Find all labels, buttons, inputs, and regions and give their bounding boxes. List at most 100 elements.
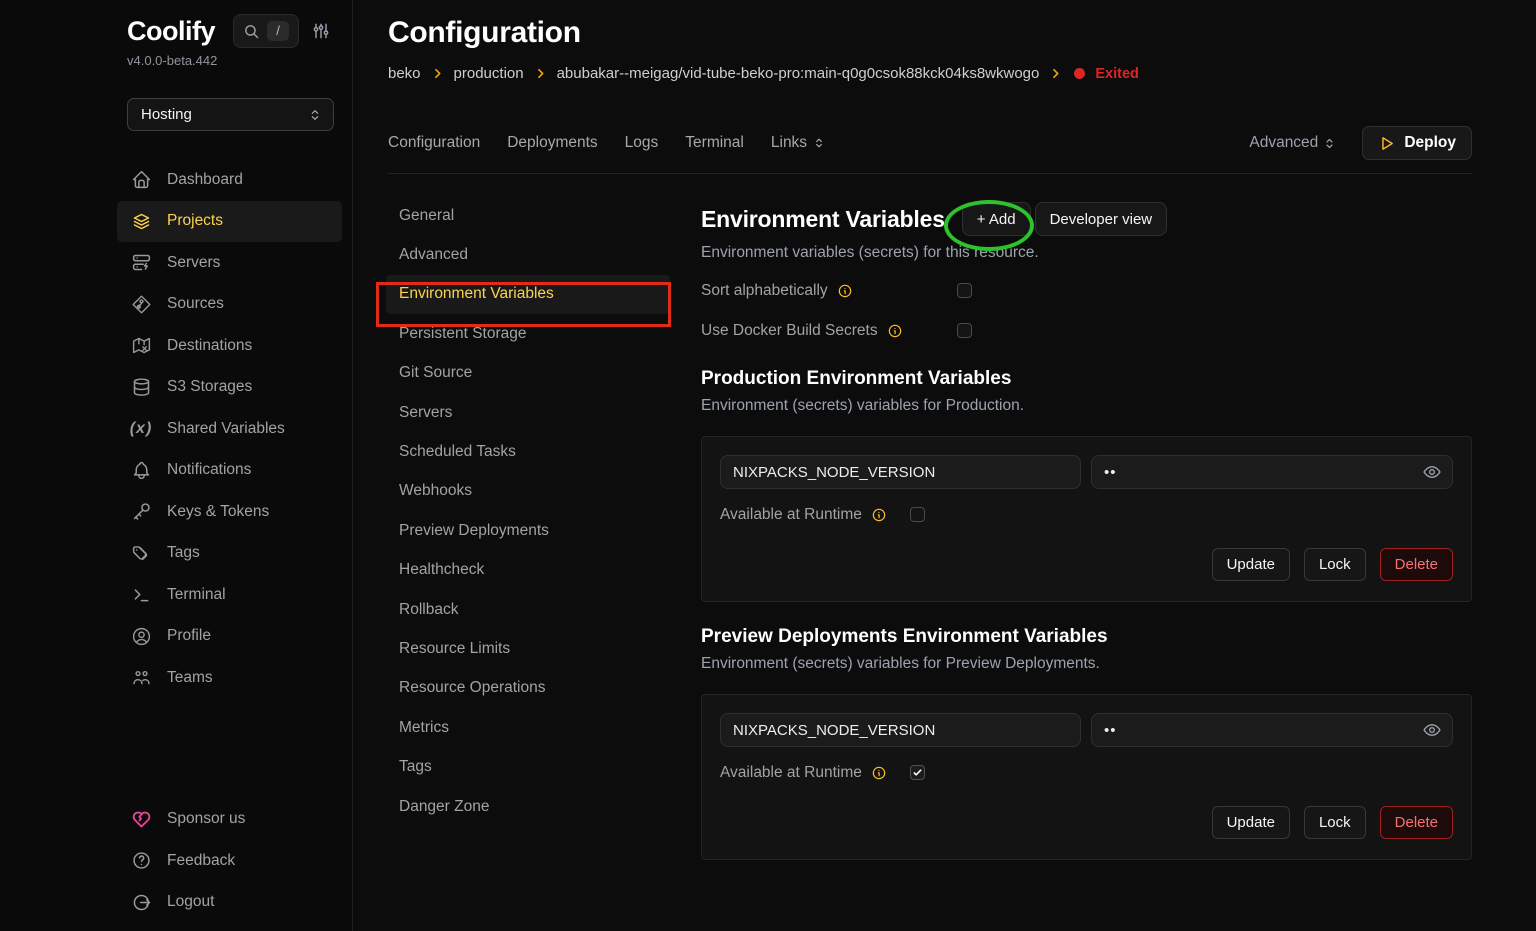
info-icon[interactable] xyxy=(871,765,887,781)
subnav-item-healthcheck[interactable]: Healthcheck xyxy=(386,551,670,590)
lock-button[interactable]: Lock xyxy=(1304,548,1366,581)
sidebar-item-dashboard[interactable]: Dashboard xyxy=(117,159,342,201)
tab-logs[interactable]: Logs xyxy=(625,134,659,152)
lock-button[interactable]: Lock xyxy=(1304,806,1366,839)
subnav-item-preview-deployments[interactable]: Preview Deployments xyxy=(386,511,670,550)
subnav-item-servers[interactable]: Servers xyxy=(386,393,670,432)
sidebar-item-projects[interactable]: Projects xyxy=(117,201,342,243)
logout-icon xyxy=(130,892,152,913)
runtime-checkbox[interactable] xyxy=(910,507,925,522)
help-icon xyxy=(130,850,152,871)
tab-terminal[interactable]: Terminal xyxy=(685,134,744,152)
sliders-icon xyxy=(311,21,331,41)
heart-icon xyxy=(130,809,152,830)
sort-alphabetically-label: Sort alphabetically xyxy=(701,282,828,300)
sidebar-item-label: Projects xyxy=(167,212,223,230)
breadcrumb-environment[interactable]: production xyxy=(454,65,524,82)
sidebar-item-label: Feedback xyxy=(167,852,235,870)
subnav-item-general[interactable]: General xyxy=(386,196,670,235)
search-kbd-hint: / xyxy=(267,21,289,41)
sidebar-item-label: S3 Storages xyxy=(167,378,252,396)
info-icon[interactable] xyxy=(837,283,853,299)
sidebar-item-label: Dashboard xyxy=(167,171,243,189)
docker-build-secrets-checkbox[interactable] xyxy=(957,323,972,338)
developer-view-button[interactable]: Developer view xyxy=(1035,202,1168,236)
sidebar: Coolify / v4.0.0-beta.442 Hosting xyxy=(0,0,353,931)
sidebar-item-shared-variables[interactable]: (x) Shared Variables xyxy=(117,408,342,450)
sidebar-item-notifications[interactable]: Notifications xyxy=(117,450,342,492)
subnav-item-rollback[interactable]: Rollback xyxy=(386,590,670,629)
sidebar-item-label: Tags xyxy=(167,544,200,562)
env-key-input[interactable] xyxy=(720,455,1081,489)
sidebar-item-terminal[interactable]: Terminal xyxy=(117,574,342,616)
user-icon xyxy=(130,626,152,647)
sidebar-item-label: Shared Variables xyxy=(167,420,285,438)
sidebar-item-profile[interactable]: Profile xyxy=(117,616,342,658)
subnav-item-git-source[interactable]: Git Source xyxy=(386,354,670,393)
subnav-item-tags[interactable]: Tags xyxy=(386,747,670,786)
tags-icon xyxy=(130,543,152,564)
chevron-right-icon xyxy=(431,67,444,80)
subnav-item-advanced[interactable]: Advanced xyxy=(386,235,670,274)
environment-variables-panel: Environment Variables + Add Developer vi… xyxy=(701,196,1472,860)
tab-links[interactable]: Links xyxy=(771,134,826,152)
sort-alphabetically-checkbox[interactable] xyxy=(957,283,972,298)
subnav-item-danger-zone[interactable]: Danger Zone xyxy=(386,787,670,826)
search-icon xyxy=(243,23,260,40)
sidebar-footer: Sponsor us Feedback Logout xyxy=(0,799,352,924)
reveal-value-eye-icon[interactable] xyxy=(1422,462,1442,482)
sidebar-item-sponsor-us[interactable]: Sponsor us xyxy=(117,799,342,841)
sidebar-item-keys-tokens[interactable]: Keys & Tokens xyxy=(117,491,342,533)
subnav-item-webhooks[interactable]: Webhooks xyxy=(386,472,670,511)
subnav-item-resource-limits[interactable]: Resource Limits xyxy=(386,629,670,668)
add-button[interactable]: + Add xyxy=(962,202,1031,236)
runtime-label: Available at Runtime xyxy=(720,764,862,782)
sidebar-item-label: Sources xyxy=(167,295,224,313)
git-source-icon xyxy=(130,294,152,315)
info-icon[interactable] xyxy=(871,507,887,523)
search-button[interactable]: / xyxy=(233,14,299,48)
coolify-app: Coolify / v4.0.0-beta.442 Hosting xyxy=(0,0,1536,931)
team-select[interactable]: Hosting xyxy=(127,98,334,131)
server-icon xyxy=(130,252,152,273)
settings-subnav: General Advanced Environment Variables P… xyxy=(386,196,670,860)
team-icon xyxy=(130,667,152,688)
subnav-item-scheduled-tasks[interactable]: Scheduled Tasks xyxy=(386,432,670,471)
subnav-item-persistent-storage[interactable]: Persistent Storage xyxy=(386,314,670,353)
subnav-item-metrics[interactable]: Metrics xyxy=(386,708,670,747)
delete-button[interactable]: Delete xyxy=(1380,806,1453,839)
env-key-input[interactable] xyxy=(720,713,1081,747)
settings-sliders-button[interactable] xyxy=(311,21,331,41)
sidebar-item-feedback[interactable]: Feedback xyxy=(117,840,342,882)
env-value-input[interactable] xyxy=(1091,455,1453,489)
sidebar-item-logout[interactable]: Logout xyxy=(117,882,342,924)
sidebar-item-tags[interactable]: Tags xyxy=(117,533,342,575)
info-icon[interactable] xyxy=(887,323,903,339)
sidebar-item-teams[interactable]: Teams xyxy=(117,657,342,699)
runtime-checkbox[interactable] xyxy=(910,765,925,780)
breadcrumb-team[interactable]: beko xyxy=(388,65,421,82)
breadcrumb-resource[interactable]: abubakar--meigag/vid-tube-beko-pro:main-… xyxy=(557,65,1040,82)
update-button[interactable]: Update xyxy=(1212,548,1290,581)
sidebar-item-label: Keys & Tokens xyxy=(167,503,269,521)
reveal-value-eye-icon[interactable] xyxy=(1422,720,1442,740)
app-logo[interactable]: Coolify xyxy=(127,16,215,47)
sidebar-item-servers[interactable]: Servers xyxy=(117,242,342,284)
advanced-dropdown[interactable]: Advanced xyxy=(1249,134,1337,152)
delete-button[interactable]: Delete xyxy=(1380,548,1453,581)
chevron-right-icon xyxy=(1049,67,1062,80)
production-section-title: Production Environment Variables xyxy=(701,368,1472,390)
sidebar-item-s3-storages[interactable]: S3 Storages xyxy=(117,367,342,409)
sidebar-item-sources[interactable]: Sources xyxy=(117,284,342,326)
subnav-item-resource-operations[interactable]: Resource Operations xyxy=(386,669,670,708)
sidebar-item-label: Teams xyxy=(167,669,213,687)
sidebar-item-destinations[interactable]: Destinations xyxy=(117,325,342,367)
preview-section-title: Preview Deployments Environment Variable… xyxy=(701,626,1472,648)
env-value-input[interactable] xyxy=(1091,713,1453,747)
update-button[interactable]: Update xyxy=(1212,806,1290,839)
deploy-button[interactable]: Deploy xyxy=(1362,126,1472,160)
subnav-item-environment-variables[interactable]: Environment Variables xyxy=(386,275,670,314)
preview-section-subtitle: Environment (secrets) variables for Prev… xyxy=(701,655,1472,673)
tab-configuration[interactable]: Configuration xyxy=(388,134,480,152)
tab-deployments[interactable]: Deployments xyxy=(507,134,597,152)
